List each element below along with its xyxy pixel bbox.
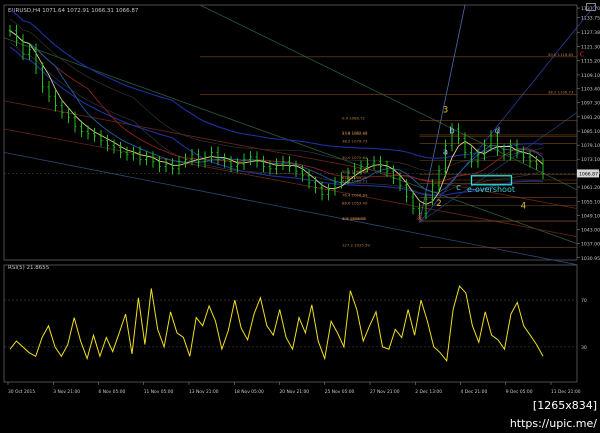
- x-tick-label: 18 Nov 05:00: [234, 389, 264, 395]
- fib-level-label: 0.0 1089.72: [342, 115, 366, 120]
- x-tick-label: 13 Nov 21:00: [189, 389, 219, 395]
- x-tick-label: 11 Dec 21:00: [551, 389, 581, 395]
- price-y-tick-label: 1127.38: [581, 30, 600, 36]
- rsi-tick-label: 70: [581, 298, 587, 304]
- price-y-tick-label: 1091.20: [581, 115, 600, 121]
- price-y-tick-label: 1103.40: [581, 86, 600, 92]
- chart-header: EURUSD,H4 1071.64 1072.91 1066.31 1066.8…: [8, 8, 139, 14]
- fib-level-label: 23.6 1082.91: [342, 131, 368, 136]
- price-y-tick-label: 1097.30: [581, 101, 600, 107]
- price-y-tick-label: 1037.00: [581, 242, 600, 248]
- x-tick-label: 11 Nov 05:00: [144, 389, 174, 395]
- wave-label: d: [495, 127, 500, 137]
- price-y-tick-label: 1085.10: [581, 129, 600, 135]
- x-tick-label: 2 Dec 13:00: [415, 389, 442, 395]
- wave-label: 4: [521, 202, 526, 212]
- price-y-tick-label: 1043.00: [581, 228, 600, 234]
- x-tick-label: 27 Nov 21:00: [370, 389, 400, 395]
- fib-level-label: 127.2 1035.39: [342, 242, 370, 247]
- price-y-tick-label: 1030.95: [581, 256, 600, 262]
- price-y-tick-label: 1049.10: [581, 213, 600, 219]
- chart-root: EURUSD,H4 1071.64 1072.91 1066.31 1066.8…: [0, 0, 600, 415]
- watermark-caption: [1265x834] https://upic.me/: [445, 397, 600, 430]
- x-tick-label: 6 Nov 05:00: [99, 389, 126, 395]
- wave-label: 3: [443, 106, 448, 116]
- fib-level-label: 0.0 1046.63: [342, 216, 366, 221]
- wave-label: 2: [436, 199, 441, 209]
- wave-label: e-overshoot: [467, 185, 515, 194]
- rsi-tick-label: 30: [581, 345, 587, 351]
- wave-label: a: [417, 213, 422, 223]
- rsi-label: RSI(5) 21.8655: [8, 265, 50, 271]
- x-tick-label: 25 Nov 05:00: [325, 389, 355, 395]
- price-y-tick-label: 1109.10: [581, 73, 600, 79]
- fib-level-label: 76.4 1056.64: [342, 193, 368, 198]
- x-tick-label: 9 Dec 05:00: [506, 389, 533, 395]
- window-restore-icon[interactable]: [586, 3, 596, 11]
- x-tick-label: 3 Nov 21:00: [53, 389, 80, 395]
- fib-level-label: 38.2 1079.73: [342, 139, 368, 144]
- fib-level-label: 88.6 1053.40: [342, 200, 368, 205]
- price-y-tick-label: 1079.10: [581, 143, 600, 149]
- chart-background: [0, 0, 600, 415]
- wave-label: c: [456, 183, 461, 193]
- current-price-label: 1066.87: [579, 171, 598, 177]
- fib-level-label: 50.0 1116.85: [548, 52, 574, 57]
- x-tick-label: 30 Oct 2015: [8, 389, 35, 395]
- x-tick-label: 20 Nov 21:00: [280, 389, 310, 395]
- wave-label: b: [449, 127, 454, 137]
- x-tick-label: 4 Dec 21:00: [461, 389, 488, 395]
- price-y-tick-label: 1061.20: [581, 185, 600, 191]
- chart-svg: EURUSD,H4 1071.64 1072.91 1066.31 1066.8…: [0, 0, 600, 415]
- fib-level-label: 38.2 1100.73: [548, 90, 574, 95]
- wave-label: c: [580, 49, 585, 59]
- price-y-tick-label: 1055.10: [581, 199, 600, 205]
- price-y-tick-label: 1073.10: [581, 157, 600, 163]
- wave-label: a: [443, 148, 448, 158]
- price-y-tick-label: 1115.20: [581, 59, 600, 65]
